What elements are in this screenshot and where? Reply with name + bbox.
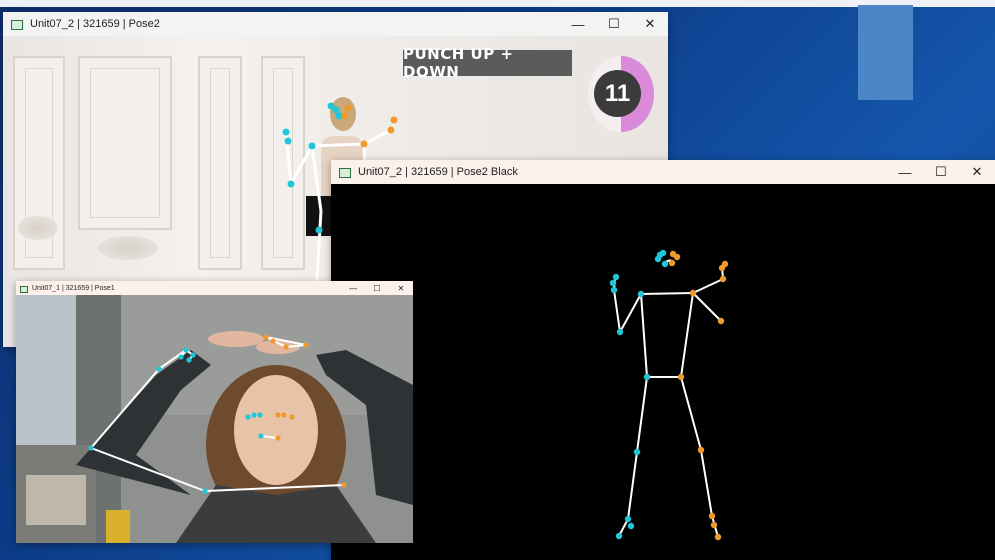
pose1-titlebar[interactable]: Unit07_1 | 321659 | Pose1 — ☐ ✕ bbox=[16, 281, 413, 295]
pose2-window-title: Unit07_2 | 321659 | Pose2 bbox=[30, 18, 160, 30]
app-window-icon bbox=[339, 167, 351, 178]
pose1-camera-view bbox=[16, 295, 413, 543]
minimize-button[interactable]: — bbox=[887, 160, 923, 184]
pose1-skeleton-overlay bbox=[88, 334, 347, 494]
desktop-background-tile bbox=[858, 5, 913, 100]
close-button[interactable]: ✕ bbox=[959, 160, 995, 184]
pose2-black-window[interactable]: Unit07_2 | 321659 | Pose2 Black — ☐ ✕ bbox=[331, 160, 995, 560]
pose2-black-skeleton-view bbox=[331, 184, 995, 560]
maximize-button[interactable]: ☐ bbox=[365, 281, 389, 295]
app-window-icon bbox=[11, 19, 23, 30]
minimize-button[interactable]: — bbox=[341, 281, 365, 295]
minimize-button[interactable]: — bbox=[560, 12, 596, 36]
pose2-black-window-title: Unit07_2 | 321659 | Pose2 Black bbox=[358, 166, 518, 178]
skeleton-figure bbox=[609, 249, 729, 541]
desktop-top-strip bbox=[0, 0, 995, 7]
pose1-window[interactable]: Unit07_1 | 321659 | Pose1 — ☐ ✕ bbox=[16, 281, 413, 543]
app-window-icon bbox=[20, 285, 28, 293]
pose2-titlebar[interactable]: Unit07_2 | 321659 | Pose2 — ☐ ✕ bbox=[3, 12, 668, 36]
pose1-window-title: Unit07_1 | 321659 | Pose1 bbox=[32, 284, 115, 292]
close-button[interactable]: ✕ bbox=[632, 12, 668, 36]
maximize-button[interactable]: ☐ bbox=[596, 12, 632, 36]
pose2-black-titlebar[interactable]: Unit07_2 | 321659 | Pose2 Black — ☐ ✕ bbox=[331, 160, 995, 184]
maximize-button[interactable]: ☐ bbox=[923, 160, 959, 184]
close-button[interactable]: ✕ bbox=[389, 281, 413, 295]
